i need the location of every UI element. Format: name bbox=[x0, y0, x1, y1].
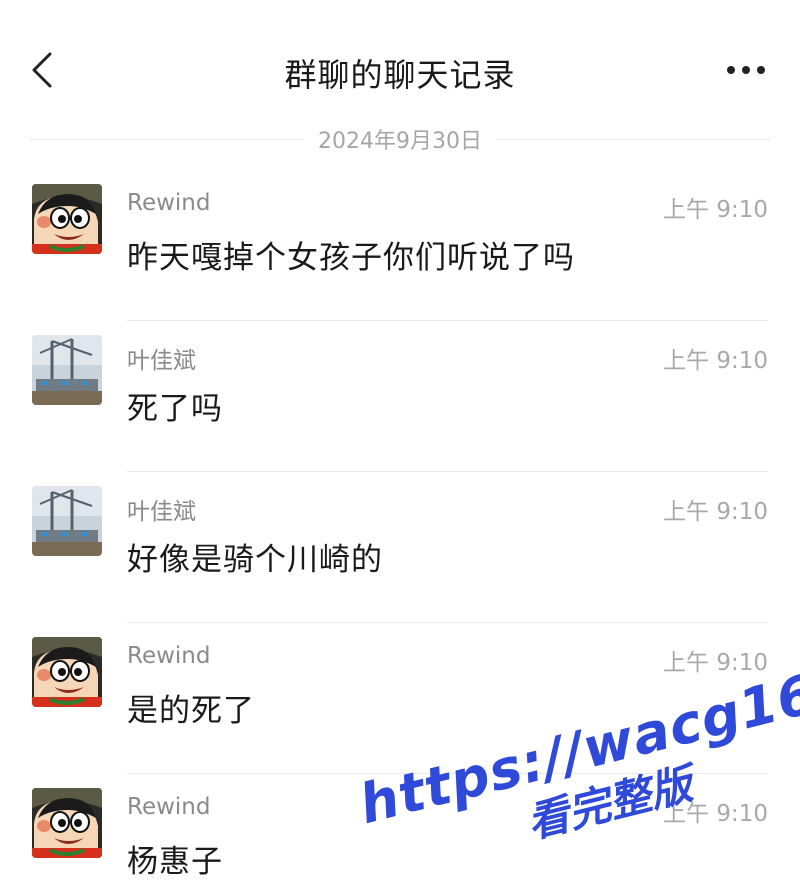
sender-name: 叶佳斌 bbox=[127, 499, 196, 525]
message-time: 上午 9:10 bbox=[663, 499, 768, 525]
avatar-crane-photo[interactable] bbox=[32, 335, 102, 405]
more-button[interactable] bbox=[722, 52, 770, 88]
message-content: 死了吗 bbox=[127, 391, 223, 427]
chat-history-page: 群聊的聊天记录 2024年9月30日 Rewind 上午 9:10 昨天嘎掉个女… bbox=[0, 0, 800, 892]
sender-name: 叶佳斌 bbox=[127, 348, 196, 374]
message-time: 上午 9:10 bbox=[663, 197, 768, 223]
page-title: 群聊的聊天记录 bbox=[284, 56, 516, 94]
message-time: 上午 9:10 bbox=[663, 650, 768, 676]
message-content: 好像是骑个川崎的 bbox=[127, 542, 383, 578]
sender-name: Rewind bbox=[127, 794, 211, 820]
avatar-cartoon-boy[interactable] bbox=[32, 788, 102, 858]
avatar-cartoon-boy[interactable] bbox=[32, 184, 102, 254]
message-content: 昨天嘎掉个女孩子你们听说了吗 bbox=[127, 240, 575, 276]
sender-name: Rewind bbox=[127, 643, 211, 669]
message-item[interactable]: Rewind 上午 9:10 昨天嘎掉个女孩子你们听说了吗 bbox=[0, 170, 800, 321]
cartoon-boy-avatar-icon bbox=[32, 184, 102, 254]
crane-photo-avatar-icon bbox=[32, 335, 102, 405]
avatar-crane-photo[interactable] bbox=[32, 486, 102, 556]
message-content: 杨惠子 bbox=[127, 844, 223, 880]
sender-name: Rewind bbox=[127, 190, 211, 216]
more-dots-icon bbox=[727, 66, 765, 74]
crane-photo-avatar-icon bbox=[32, 486, 102, 556]
date-divider: 2024年9月30日 bbox=[30, 124, 771, 154]
message-item[interactable]: Rewind 上午 9:10 杨惠子 bbox=[0, 774, 800, 892]
header: 群聊的聊天记录 2024年9月30日 bbox=[0, 0, 800, 154]
cartoon-boy-avatar-icon bbox=[32, 637, 102, 707]
date-label: 2024年9月30日 bbox=[318, 129, 482, 154]
message-time: 上午 9:10 bbox=[663, 348, 768, 374]
message-item[interactable]: 叶佳斌 上午 9:10 死了吗 bbox=[0, 321, 800, 472]
cartoon-boy-avatar-icon bbox=[32, 788, 102, 858]
message-content: 是的死了 bbox=[127, 693, 255, 729]
message-list: Rewind 上午 9:10 昨天嘎掉个女孩子你们听说了吗 叶佳斌 上午 9:1… bbox=[0, 170, 800, 892]
divider-line bbox=[30, 138, 305, 140]
message-item[interactable]: 叶佳斌 上午 9:10 好像是骑个川崎的 bbox=[0, 472, 800, 623]
divider-line bbox=[496, 138, 771, 140]
avatar-cartoon-boy[interactable] bbox=[32, 637, 102, 707]
message-item[interactable]: Rewind 上午 9:10 是的死了 bbox=[0, 623, 800, 774]
message-time: 上午 9:10 bbox=[663, 801, 768, 827]
